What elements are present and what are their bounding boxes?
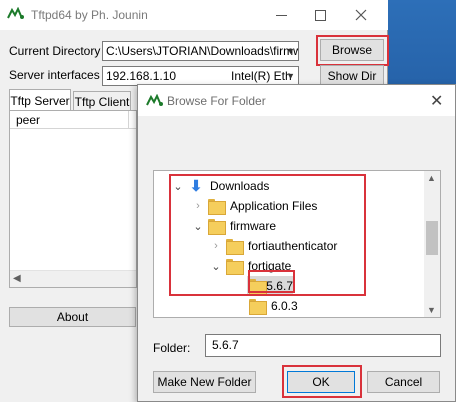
current-directory-dropdown[interactable]: C:\Users\JTORIAN\Downloads\firmw ▼	[102, 41, 299, 61]
maximize-button[interactable]	[301, 0, 339, 30]
chevron-down-icon: ▼	[286, 71, 295, 81]
horizontal-scrollbar[interactable]: ◀	[10, 270, 136, 287]
tab-tftp-client[interactable]: Tftp Client	[73, 91, 131, 111]
dialog-titlebar[interactable]: Browse For Folder ✕	[138, 85, 455, 116]
folder-input[interactable]: 5.6.7	[205, 334, 441, 357]
peer-list[interactable]: peer ◀	[9, 110, 137, 288]
minimize-button[interactable]	[262, 0, 300, 30]
tftpd-app-icon	[7, 7, 24, 19]
tree-item-partial[interactable]	[247, 316, 271, 317]
server-ip-value: 192.168.1.10	[106, 69, 177, 83]
scroll-left-icon[interactable]: ◀	[13, 273, 21, 284]
tab-tftp-server[interactable]: Tftp Server	[9, 89, 71, 111]
dialog-title: Browse For Folder	[167, 94, 266, 108]
folder-icon	[249, 299, 267, 315]
peer-column-header[interactable]: peer	[10, 111, 136, 129]
scrollbar-thumb[interactable]	[426, 221, 438, 255]
vertical-scrollbar[interactable]: ▲ ▼	[424, 171, 440, 317]
maximize-icon	[314, 9, 326, 21]
minimize-icon	[275, 14, 287, 16]
selected-folder-highlight-box	[248, 270, 295, 293]
column-divider[interactable]	[128, 111, 129, 129]
server-adapter-value: Intel(R) Eth	[231, 69, 292, 83]
close-icon	[355, 9, 367, 21]
peer-column-label: peer	[16, 113, 41, 127]
browse-highlight-box	[316, 35, 389, 66]
cancel-button[interactable]: Cancel	[367, 371, 440, 393]
close-button[interactable]	[342, 0, 380, 30]
make-new-folder-button[interactable]: Make New Folder	[153, 371, 256, 393]
scroll-down-icon[interactable]: ▼	[427, 305, 436, 315]
server-interfaces-dropdown[interactable]: 192.168.1.10 Intel(R) Eth ▼	[102, 66, 299, 86]
server-interfaces-label: Server interfaces	[9, 68, 100, 82]
browse-for-folder-dialog: Browse For Folder ✕ ⌄ ⬇ Downloads › Appl…	[137, 84, 456, 402]
folder-input-value: 5.6.7	[212, 338, 239, 352]
ok-highlight-box	[282, 365, 362, 398]
dialog-close-icon[interactable]: ✕	[430, 91, 443, 111]
main-titlebar[interactable]: Tftpd64 by Ph. Jounin	[0, 0, 388, 30]
tftpd-app-icon	[146, 94, 163, 106]
scroll-up-icon[interactable]: ▲	[427, 173, 436, 183]
folder-label: Folder:	[153, 341, 191, 355]
main-window-title: Tftpd64 by Ph. Jounin	[31, 8, 148, 22]
tree-item-label: 6.0.3	[271, 299, 298, 313]
current-directory-value: C:\Users\JTORIAN\Downloads\firmw	[106, 44, 299, 58]
current-directory-label: Current Directory	[9, 44, 101, 58]
about-button[interactable]: About	[9, 307, 136, 327]
chevron-down-icon: ▼	[286, 46, 295, 56]
tree-item-6-0-3[interactable]: 6.0.3	[247, 296, 298, 316]
